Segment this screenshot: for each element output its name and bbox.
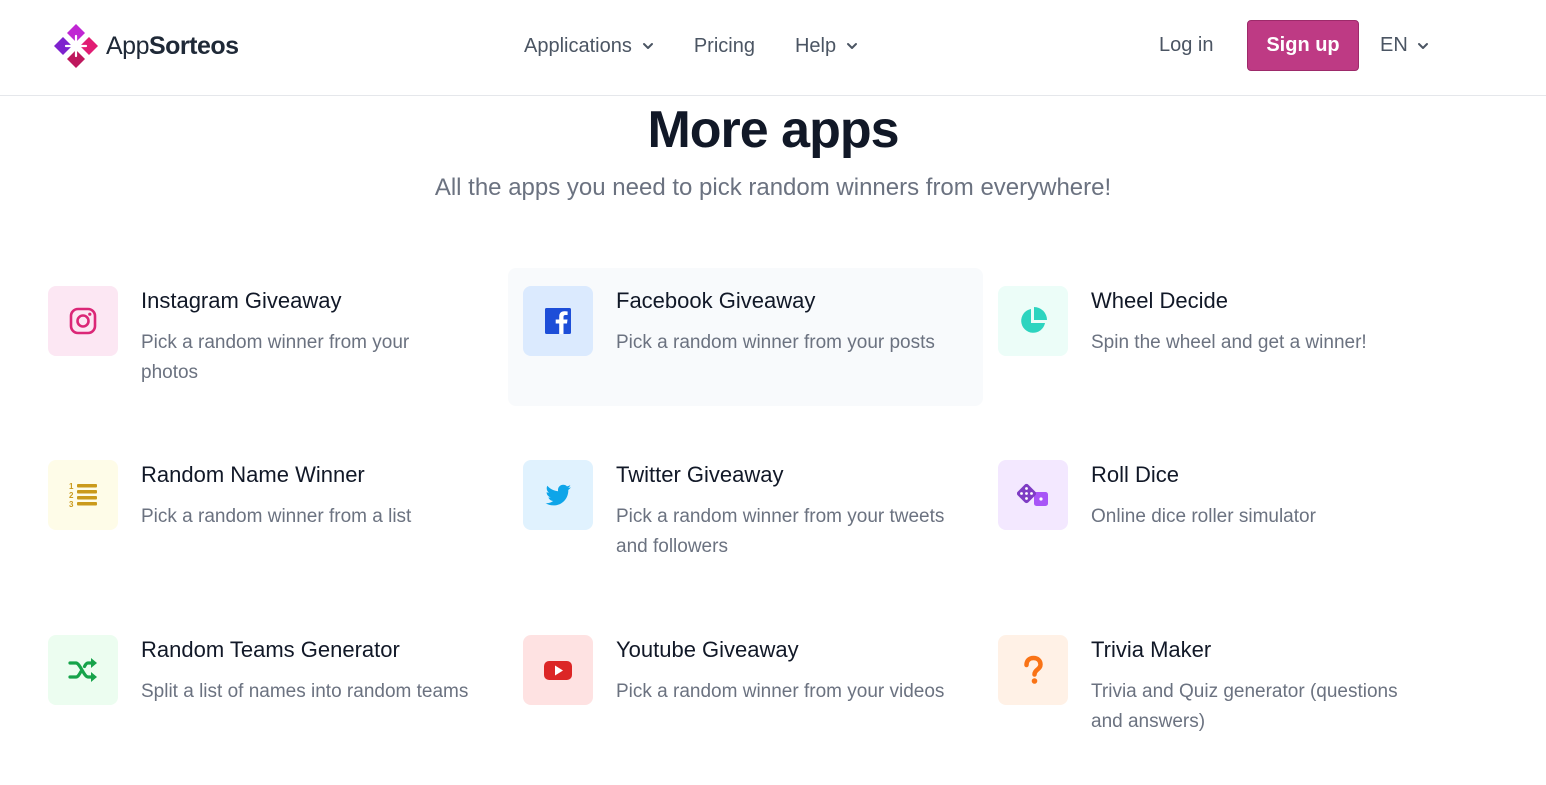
app-description: Split a list of names into random teams bbox=[141, 681, 469, 702]
app-description: Pick a random winner from your tweets an… bbox=[616, 506, 945, 557]
app-name: Wheel Decide bbox=[1091, 288, 1228, 313]
page-subtitle: All the apps you need to pick random win… bbox=[434, 174, 1112, 201]
nav-applications[interactable]: Applications bbox=[524, 35, 654, 58]
app-icon-tile bbox=[48, 286, 118, 356]
main-nav: Applications Pricing Help bbox=[524, 32, 898, 60]
logo-suffix: Sorteos bbox=[148, 31, 239, 60]
app-name: Roll Dice bbox=[1091, 462, 1180, 487]
app-card-random-name[interactable]: 1 2 3 Random Name Winner Pick a random w… bbox=[33, 442, 508, 580]
app-card-facebook[interactable]: Facebook Giveaway Pick a random winner f… bbox=[508, 268, 983, 406]
app-name: Youtube Giveaway bbox=[616, 637, 799, 662]
login-link[interactable]: Log in bbox=[1159, 34, 1214, 57]
app-card-twitter[interactable]: Twitter Giveaway Pick a random winner fr… bbox=[508, 442, 983, 580]
page-title: More apps bbox=[647, 101, 899, 159]
twitter-icon bbox=[545, 484, 571, 506]
app-icon-tile bbox=[998, 635, 1068, 705]
app-name: Random Teams Generator bbox=[141, 637, 400, 662]
app-card-trivia-maker[interactable]: Trivia Maker Trivia and Quiz generator (… bbox=[983, 617, 1458, 755]
app-description: Pick a random winner from your photos bbox=[141, 332, 410, 383]
app-name: Facebook Giveaway bbox=[616, 288, 816, 313]
language-label: EN bbox=[1380, 34, 1408, 56]
app-icon-tile: 1 2 3 bbox=[48, 460, 118, 530]
app-icon-tile bbox=[523, 286, 593, 356]
app-description: Spin the wheel and get a winner! bbox=[1091, 332, 1367, 353]
app-description: Pick a random winner from your posts bbox=[616, 332, 935, 353]
instagram-icon bbox=[69, 307, 97, 335]
app-icon-tile bbox=[998, 286, 1068, 356]
app-icon-tile bbox=[48, 635, 118, 705]
app-icon-tile bbox=[523, 635, 593, 705]
app-name: Twitter Giveaway bbox=[616, 462, 784, 487]
app-name: Trivia Maker bbox=[1091, 637, 1212, 662]
signup-button[interactable]: Sign up bbox=[1247, 20, 1359, 71]
app-card-youtube[interactable]: Youtube Giveaway Pick a random winner fr… bbox=[508, 617, 983, 755]
chevron-down-icon bbox=[642, 43, 653, 49]
app-name: Random Name Winner bbox=[141, 462, 365, 487]
nav-applications-label: Applications bbox=[524, 34, 632, 57]
app-card-roll-dice[interactable]: Roll Dice Online dice roller simulator bbox=[983, 442, 1458, 580]
language-selector[interactable]: EN bbox=[1380, 34, 1429, 57]
app-description: Trivia and Quiz generator (questions and… bbox=[1091, 681, 1398, 732]
nav-help-label: Help bbox=[794, 34, 837, 57]
logo-mark-icon bbox=[54, 24, 98, 68]
chevron-down-icon bbox=[847, 43, 858, 49]
app-description: Pick a random winner from a list bbox=[141, 506, 412, 527]
app-card-random-teams[interactable]: Random Teams Generator Split a list of n… bbox=[33, 617, 508, 755]
nav-pricing-label: Pricing bbox=[693, 34, 755, 57]
app-name: Instagram Giveaway bbox=[141, 288, 342, 313]
nav-pricing[interactable]: Pricing bbox=[694, 35, 755, 58]
svg-text:3: 3 bbox=[69, 500, 74, 509]
app-description: Online dice roller simulator bbox=[1091, 506, 1316, 527]
svg-text:2: 2 bbox=[69, 491, 74, 500]
app-card-wheel-decide[interactable]: Wheel Decide Spin the wheel and get a wi… bbox=[983, 268, 1458, 406]
svg-text:1: 1 bbox=[69, 482, 74, 491]
pie-chart-icon bbox=[1021, 307, 1047, 333]
shuffle-icon bbox=[68, 658, 97, 682]
site-header: AppSorteos Applications Pricing Help Log… bbox=[0, 0, 1546, 96]
facebook-icon bbox=[545, 308, 571, 334]
chevron-down-icon bbox=[1417, 42, 1428, 49]
appsorteos-logo[interactable]: AppSorteos bbox=[52, 22, 239, 70]
nav-help[interactable]: Help bbox=[795, 35, 858, 58]
logo-prefix: App bbox=[106, 31, 149, 60]
question-mark-icon bbox=[1024, 655, 1043, 684]
youtube-icon bbox=[544, 661, 572, 680]
dice-icon bbox=[1017, 483, 1048, 506]
app-icon-tile bbox=[523, 460, 593, 530]
app-card-instagram[interactable]: Instagram Giveaway Pick a random winner … bbox=[33, 268, 508, 406]
numbered-list-icon: 1 2 3 bbox=[69, 482, 97, 509]
app-description: Pick a random winner from your videos bbox=[616, 681, 945, 702]
app-icon-tile bbox=[998, 460, 1068, 530]
